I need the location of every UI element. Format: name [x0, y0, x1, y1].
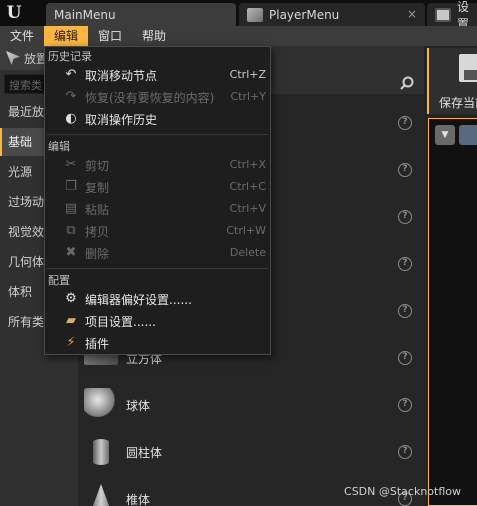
widget-blueprint-icon — [247, 7, 263, 22]
menu-item-plugins[interactable]: ⚡ 插件 — [45, 332, 270, 354]
save-icon — [459, 54, 477, 82]
menu-file[interactable]: 文件 — [4, 26, 40, 46]
menu-item-undo-history[interactable]: ◐ 取消操作历史 — [45, 108, 270, 130]
menu-item-label: 复制 — [85, 181, 110, 195]
history-icon: ◐ — [65, 111, 77, 126]
watermark: CSDN @Stacknotflow — [344, 485, 461, 498]
help-icon[interactable]: ? — [398, 257, 412, 271]
help-icon[interactable]: ? — [398, 398, 412, 412]
shortcut-label: Ctrl+X — [229, 158, 266, 171]
cone-icon — [84, 482, 118, 506]
cut-icon: ✂ — [65, 157, 77, 172]
menu-item-label: 插件 — [85, 337, 110, 351]
place-mode-icon — [6, 51, 20, 65]
tab-playermenu[interactable]: PlayerMenu × — [239, 3, 425, 26]
menu-item-label: 剪切 — [85, 159, 110, 173]
shortcut-label: Delete — [229, 246, 266, 259]
editor-preferences-icon: ⚙ — [65, 291, 77, 306]
menu-item-label: 恢复(没有要恢复的内容) — [85, 91, 215, 105]
menu-item-duplicate[interactable]: ⧉ 拷贝 Ctrl+W — [45, 220, 270, 242]
section-edit: 编辑 — [48, 140, 70, 153]
viewport-options-icon[interactable]: ▼ — [435, 125, 455, 145]
menu-bar: 文件 编辑 窗口 帮助 — [0, 26, 477, 46]
menu-separator — [47, 268, 268, 269]
right-toolbar: 保存当前 ▼ — [424, 46, 477, 506]
menu-item-label: 拷贝 — [85, 225, 110, 239]
cylinder-icon — [84, 435, 118, 469]
help-icon[interactable]: ? — [398, 210, 412, 224]
unreal-logo[interactable]: U — [0, 0, 28, 26]
help-icon[interactable]: ? — [398, 351, 412, 365]
shortcut-label: Ctrl+Z — [229, 68, 266, 81]
copy-icon: ❐ — [65, 179, 77, 194]
list-item-label: 球体 — [126, 399, 151, 413]
title-bar: U MainMenu PlayerMenu × 设置 — [0, 0, 477, 31]
edit-dropdown-menu: 历史记录 ↶ 取消移动节点 Ctrl+Z ↷ 恢复(没有要恢复的内容) Ctrl… — [44, 46, 271, 355]
list-item-label: 圆柱体 — [126, 446, 163, 460]
menu-help[interactable]: 帮助 — [136, 26, 172, 46]
menu-item-label: 粘贴 — [85, 203, 110, 217]
settings-tab-icon — [435, 7, 451, 22]
menu-item-delete[interactable]: ✖ 删除 Delete — [45, 242, 270, 264]
close-icon[interactable]: × — [407, 7, 417, 21]
help-icon[interactable]: ? — [398, 116, 412, 130]
undo-icon: ↶ — [65, 67, 77, 82]
help-icon[interactable]: ? — [398, 163, 412, 177]
perspective-icon[interactable] — [459, 125, 477, 145]
tab-label: MainMenu — [54, 7, 116, 22]
tab-label: PlayerMenu — [269, 7, 340, 22]
menu-item-paste[interactable]: ▤ 粘贴 Ctrl+V — [45, 198, 270, 220]
save-current-button[interactable]: 保存当前 — [427, 48, 477, 114]
redo-icon: ↷ — [65, 89, 77, 104]
save-label: 保存当前 — [439, 96, 477, 110]
sphere-icon — [84, 388, 118, 422]
menu-item-editor-preferences[interactable]: ⚙ 编辑器偏好设置...... — [45, 288, 270, 310]
menu-item-label: 编辑器偏好设置...... — [85, 293, 192, 307]
menu-item-redo[interactable]: ↷ 恢复(没有要恢复的内容) Ctrl+Y — [45, 86, 270, 108]
menu-separator — [47, 134, 268, 135]
menu-item-label: 项目设置...... — [85, 315, 156, 329]
menu-item-label: 取消操作历史 — [85, 113, 158, 127]
duplicate-icon: ⧉ — [66, 223, 76, 238]
menu-item-cut[interactable]: ✂ 剪切 Ctrl+X — [45, 154, 270, 176]
menu-item-copy[interactable]: ❐ 复制 Ctrl+C — [45, 176, 270, 198]
tab-mainmenu[interactable]: MainMenu — [46, 3, 236, 26]
search-icon[interactable] — [400, 76, 414, 90]
help-icon[interactable]: ? — [398, 304, 412, 318]
list-item-label: 椎体 — [126, 493, 151, 506]
shortcut-label: Ctrl+C — [229, 180, 266, 193]
shortcut-label: Ctrl+W — [226, 224, 266, 237]
shortcut-label: Ctrl+V — [229, 202, 266, 215]
plugins-icon: ⚡ — [66, 335, 76, 350]
menu-item-undo[interactable]: ↶ 取消移动节点 Ctrl+Z — [45, 64, 270, 86]
help-icon[interactable]: ? — [398, 445, 412, 459]
menu-window[interactable]: 窗口 — [92, 26, 128, 46]
tab-settings[interactable]: 设置 — [427, 0, 477, 31]
section-history: 历史记录 — [48, 50, 92, 63]
menu-item-project-settings[interactable]: ▰ 项目设置...... — [45, 310, 270, 332]
section-configuration: 配置 — [48, 274, 70, 287]
viewport[interactable]: ▼ — [428, 118, 477, 506]
shortcut-label: Ctrl+Y — [230, 90, 266, 103]
project-settings-icon: ▰ — [66, 313, 76, 328]
menu-item-label: 删除 — [85, 247, 110, 261]
menu-item-label: 取消移动节点 — [85, 69, 158, 83]
menu-edit[interactable]: 编辑 — [44, 26, 88, 46]
delete-icon: ✖ — [65, 245, 77, 260]
paste-icon: ▤ — [64, 201, 78, 216]
